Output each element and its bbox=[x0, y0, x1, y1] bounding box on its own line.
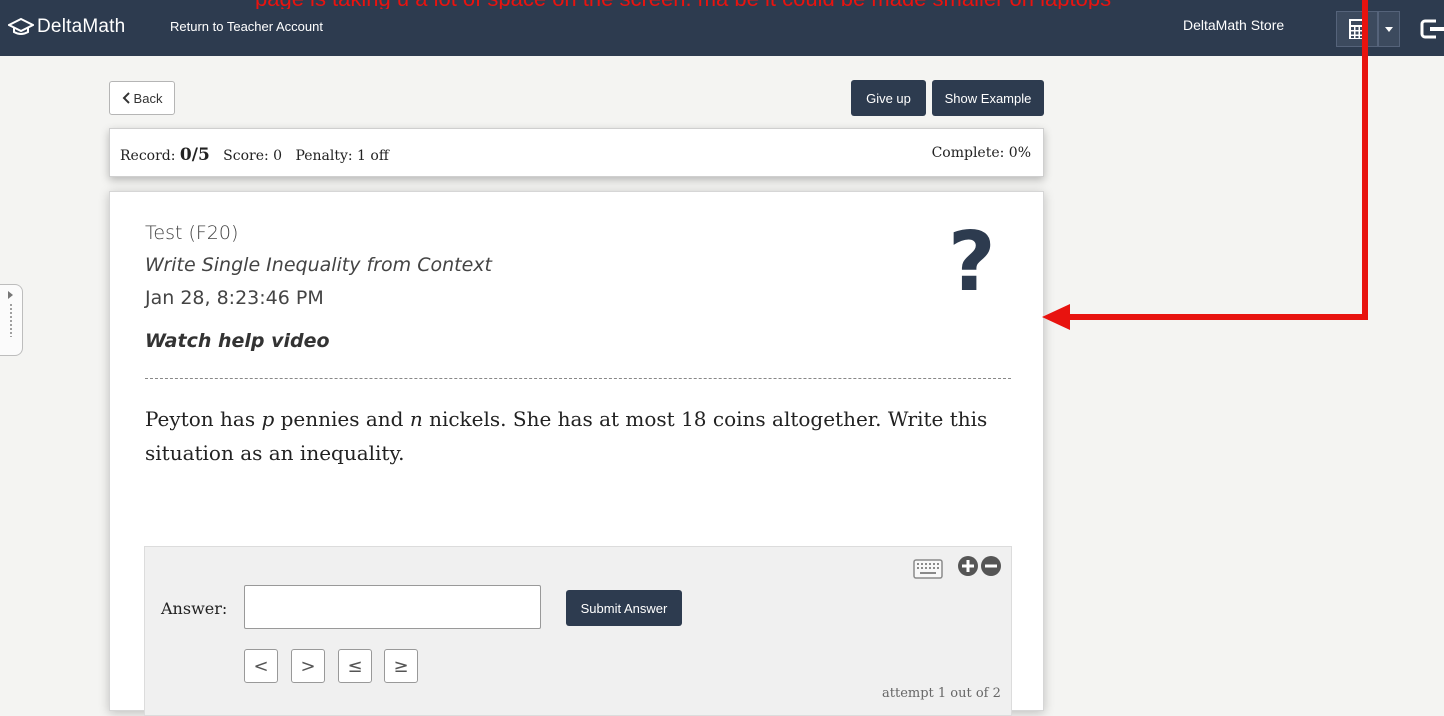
side-panel-toggle[interactable] bbox=[0, 284, 23, 356]
zoom-in-icon[interactable] bbox=[958, 556, 978, 576]
brand-logo[interactable]: DeltaMath bbox=[8, 16, 125, 38]
record-stats: Record: 0/5 Score: 0 Penalty: 1 off bbox=[120, 145, 389, 165]
calculator-icon bbox=[1349, 19, 1365, 39]
answer-input[interactable] bbox=[244, 585, 541, 629]
score-text: Score: 0 bbox=[223, 148, 283, 164]
keyboard-icon[interactable] bbox=[913, 559, 943, 579]
question-mark-icon: ? bbox=[948, 215, 996, 310]
brand-name: DeltaMath bbox=[37, 16, 126, 37]
graduation-cap-icon bbox=[8, 17, 34, 35]
test-name: Test (F20) bbox=[145, 222, 239, 244]
skill-name: Write Single Inequality from Context bbox=[145, 254, 492, 276]
calculator-dropdown-button[interactable] bbox=[1378, 11, 1400, 47]
attempt-counter: attempt 1 out of 2 bbox=[882, 686, 1001, 701]
variable-p: p bbox=[261, 407, 275, 431]
give-up-button[interactable]: Give up bbox=[851, 80, 926, 116]
sign-out-icon[interactable] bbox=[1420, 18, 1444, 40]
answer-label: Answer: bbox=[161, 599, 228, 618]
watch-help-video-link[interactable]: Watch help video bbox=[145, 330, 330, 352]
annotation-text: page is taking u a lot of space on the s… bbox=[0, 0, 1444, 9]
less-or-equal-button[interactable]: ≤ bbox=[338, 649, 372, 683]
divider bbox=[145, 378, 1011, 379]
return-to-teacher-link[interactable]: Return to Teacher Account bbox=[170, 19, 323, 34]
problem-statement: Peyton has p pennies and n nickels. She … bbox=[145, 407, 988, 465]
greater-or-equal-button[interactable]: ≥ bbox=[384, 649, 418, 683]
complete-text: Complete: 0% bbox=[931, 145, 1031, 161]
calculator-button[interactable] bbox=[1336, 11, 1378, 47]
record-label: Record: bbox=[120, 148, 176, 164]
caret-down-icon bbox=[1385, 26, 1393, 32]
record-value: 0/5 bbox=[179, 145, 210, 165]
problem-card: Test (F20) Write Single Inequality from … bbox=[109, 191, 1044, 716]
greater-than-button[interactable]: > bbox=[291, 649, 325, 683]
expand-arrow-icon bbox=[8, 291, 13, 299]
penalty-text: Penalty: 1 off bbox=[295, 148, 389, 164]
zoom-out-icon[interactable] bbox=[981, 556, 1001, 576]
grip-handle-icon bbox=[9, 303, 13, 337]
store-link[interactable]: DeltaMath Store bbox=[1183, 17, 1284, 33]
timestamp: Jan 28, 8:23:46 PM bbox=[145, 287, 324, 309]
variable-n: n bbox=[409, 407, 423, 431]
chevron-left-icon bbox=[122, 92, 130, 104]
less-than-button[interactable]: < bbox=[244, 649, 278, 683]
submit-answer-button[interactable]: Submit Answer bbox=[566, 590, 682, 626]
answer-area: Answer: Submit Answer < > ≤ ≥ attempt 1 … bbox=[144, 546, 1012, 716]
record-bar: Record: 0/5 Score: 0 Penalty: 1 off Comp… bbox=[109, 128, 1044, 177]
back-button[interactable]: Back bbox=[109, 81, 175, 115]
show-example-button[interactable]: Show Example bbox=[932, 80, 1044, 116]
back-label: Back bbox=[133, 90, 163, 106]
